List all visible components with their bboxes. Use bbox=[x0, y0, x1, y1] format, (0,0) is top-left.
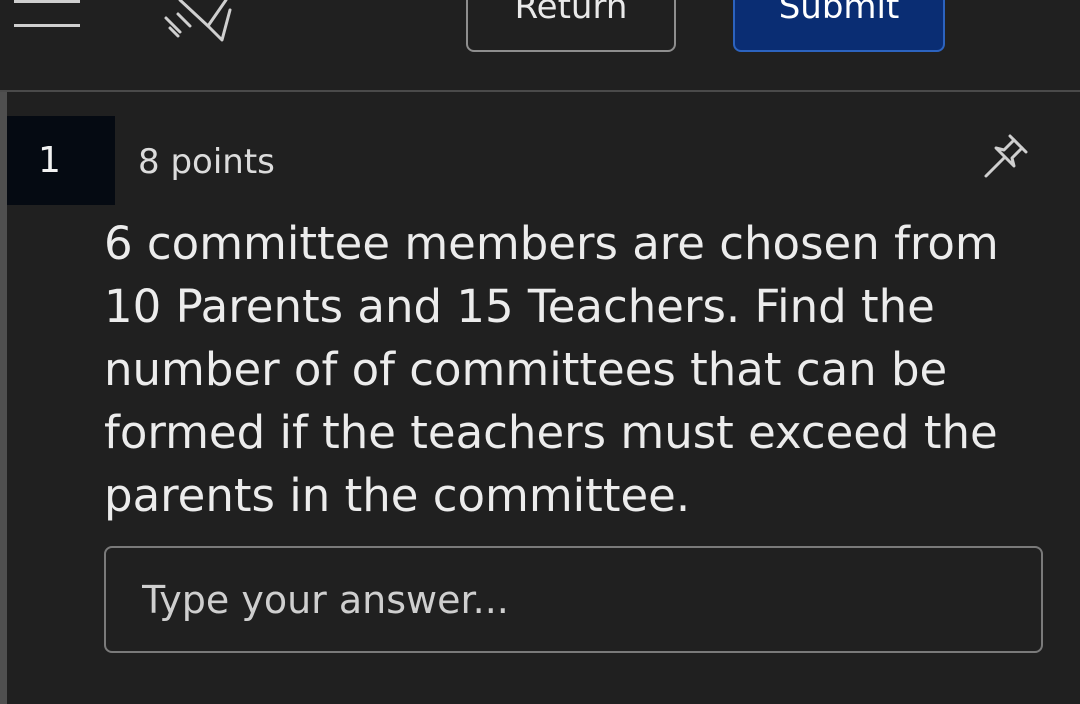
pen-strike-icon[interactable] bbox=[160, 0, 240, 46]
pin-icon[interactable] bbox=[980, 130, 1032, 182]
question-side-rail bbox=[0, 92, 7, 704]
hamburger-menu-icon[interactable] bbox=[14, 0, 80, 30]
answer-input[interactable] bbox=[104, 546, 1043, 653]
submit-button-label: Submit bbox=[778, 0, 900, 27]
question-number-badge bbox=[7, 116, 115, 205]
return-button-label: Return bbox=[514, 0, 628, 27]
return-button[interactable]: Return bbox=[466, 0, 676, 52]
submit-button[interactable]: Submit bbox=[733, 0, 945, 52]
question-number: 1 bbox=[38, 140, 61, 181]
question-card: 1 8 points 6 committee members are chose… bbox=[0, 92, 1080, 704]
question-text: 6 committee members are chosen from 10 P… bbox=[104, 217, 999, 522]
top-toolbar: Return Submit bbox=[0, 0, 1080, 92]
question-points: 8 points bbox=[138, 142, 275, 182]
